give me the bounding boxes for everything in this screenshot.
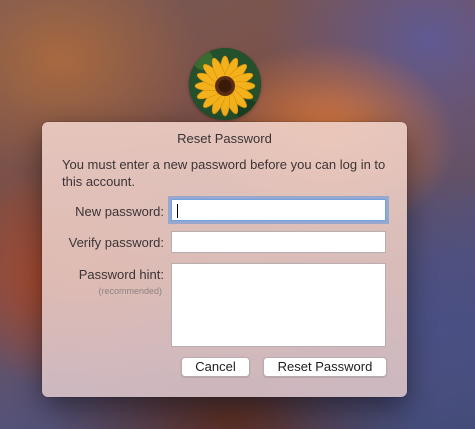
reset-password-dialog: Reset Password You must enter a new pass… (42, 122, 407, 397)
dialog-title: Reset Password (177, 131, 272, 146)
verify-password-input[interactable] (171, 231, 386, 253)
password-hint-label: Password hint: (78, 267, 164, 282)
user-avatar-icon (189, 48, 261, 120)
new-password-input[interactable] (171, 199, 386, 221)
verify-password-label: Verify password: (68, 235, 164, 250)
dialog-message: You must enter a new password before you… (62, 157, 386, 189)
cancel-button[interactable]: Cancel (181, 357, 250, 377)
text-caret (177, 204, 178, 218)
new-password-label: New password: (75, 204, 164, 219)
password-hint-sublabel: (recommended) (98, 286, 162, 296)
password-hint-textarea[interactable] (171, 263, 386, 347)
reset-password-button[interactable]: Reset Password (263, 357, 387, 377)
